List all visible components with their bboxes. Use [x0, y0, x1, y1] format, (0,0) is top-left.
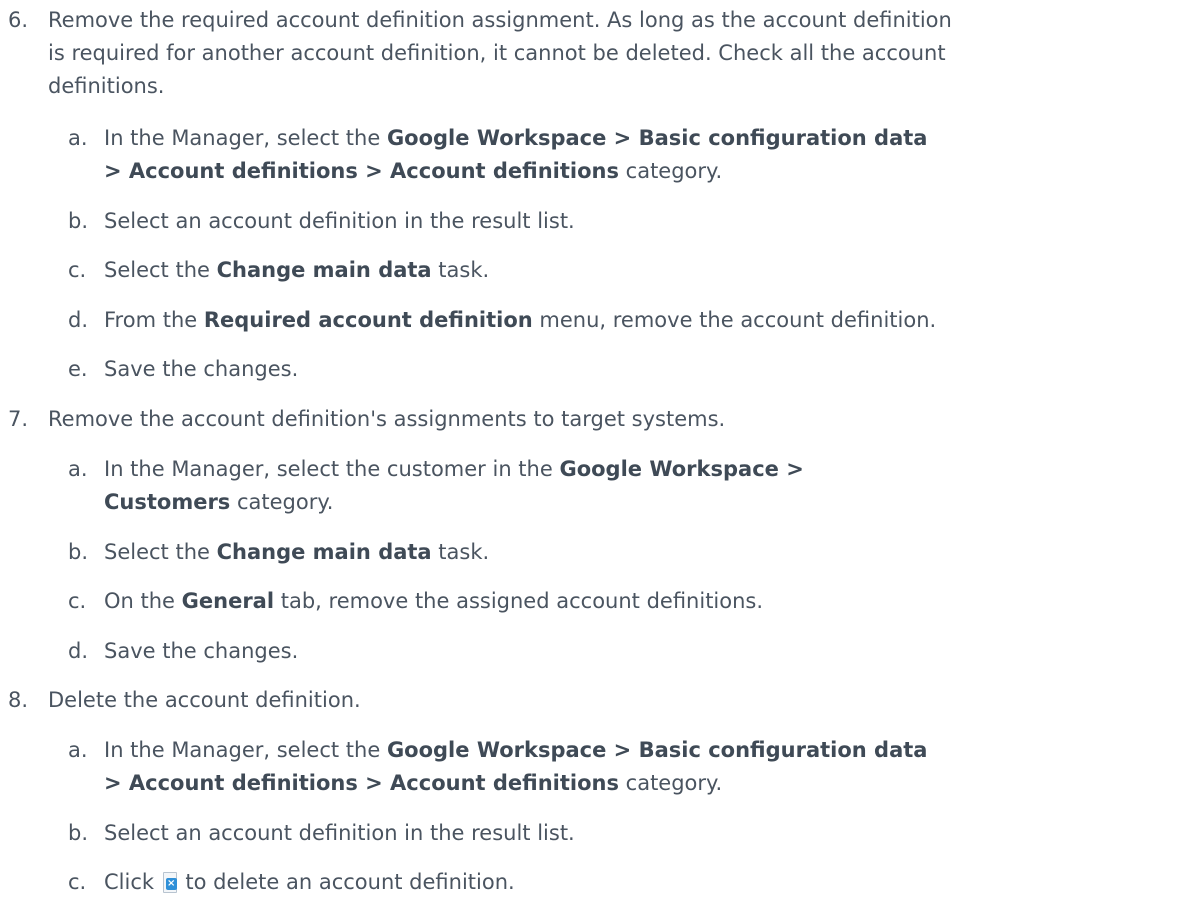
- substep-text: From the Required account definition men…: [104, 304, 1182, 337]
- text-span: In the Manager, select the customer in t…: [104, 457, 560, 481]
- menu-path: > Account definitions > Account definiti…: [104, 771, 619, 795]
- substep-letter: e.: [68, 357, 88, 381]
- text-span: tab, remove the assigned account definit…: [274, 589, 764, 613]
- text-span: menu, remove the account definition.: [532, 308, 937, 332]
- substep-text: In the Manager, select the Google Worksp…: [104, 734, 1182, 800]
- text-line: is required for another account definiti…: [48, 41, 946, 65]
- text-span: task.: [431, 540, 490, 564]
- text-span: task.: [431, 258, 490, 282]
- menu-name: Required account definition: [203, 308, 533, 332]
- substep-text: Save the changes.: [104, 357, 299, 381]
- text-line: > Account definitions > Account definiti…: [104, 767, 1182, 800]
- text-span: to delete an account definition.: [178, 870, 515, 894]
- text-line: > Account definitions > Account definiti…: [104, 155, 1182, 188]
- tab-name: General: [181, 589, 275, 613]
- text-span: Select the: [104, 540, 217, 564]
- task-name: Change main data: [216, 258, 432, 282]
- menu-path: Google Workspace > Basic configuration d…: [386, 126, 928, 150]
- substep-text: Select an account definition in the resu…: [104, 821, 575, 845]
- text-line: In the Manager, select the Google Worksp…: [104, 734, 1182, 767]
- text-line: Remove the required account definition a…: [48, 8, 952, 32]
- menu-path: Google Workspace > Basic configuration d…: [386, 738, 928, 762]
- text-span: category.: [618, 159, 723, 183]
- menu-path: Google Workspace >: [559, 457, 804, 481]
- step-number: 8.: [8, 688, 29, 712]
- substep-text: Save the changes.: [104, 639, 299, 663]
- text-span: On the: [104, 589, 182, 613]
- text-span: Click: [104, 870, 161, 894]
- menu-path: > Account definitions > Account definiti…: [104, 159, 619, 183]
- substep-letter: c.: [68, 258, 87, 282]
- substep-letter: b.: [68, 209, 89, 233]
- substep-letter: b.: [68, 821, 89, 845]
- substep-letter: a.: [68, 738, 88, 762]
- text-span: category.: [230, 490, 334, 514]
- step-number: 7.: [8, 407, 29, 431]
- substep-text: In the Manager, select the Google Worksp…: [104, 122, 1182, 188]
- substep-text: Select the Change main data task.: [104, 536, 1182, 569]
- substep-text: In the Manager, select the customer in t…: [104, 453, 1182, 519]
- substep-text: Select the Change main data task.: [104, 254, 1182, 287]
- substep-text: On the General tab, remove the assigned …: [104, 585, 1182, 618]
- text-span: category.: [618, 771, 723, 795]
- step-number: 6.: [8, 8, 29, 32]
- document-page: 6. Remove the required account definitio…: [0, 0, 1194, 894]
- substep-letter: a.: [68, 126, 88, 150]
- substep-letter: a.: [68, 457, 88, 481]
- substep-letter: d.: [68, 308, 89, 332]
- substep-letter: c.: [68, 870, 87, 894]
- text-span: In the Manager, select the: [104, 126, 387, 150]
- text-span: From the: [104, 308, 204, 332]
- text-span: In the Manager, select the: [104, 738, 387, 762]
- step-text: Delete the account definition.: [48, 688, 361, 712]
- substep-text: Click × to delete an account definition.: [104, 866, 1182, 899]
- step-text: Remove the account definition's assignme…: [48, 407, 726, 431]
- substep-letter: c.: [68, 589, 87, 613]
- step-text: Remove the required account definition a…: [48, 4, 1182, 103]
- substep-text: Select an account definition in the resu…: [104, 209, 575, 233]
- substep-letter: b.: [68, 540, 89, 564]
- text-line: Customers category.: [104, 486, 1182, 519]
- substep-letter: d.: [68, 639, 89, 663]
- delete-icon: ×: [162, 872, 177, 893]
- menu-path: Customers: [104, 490, 231, 514]
- text-span: Select the: [104, 258, 217, 282]
- text-line: In the Manager, select the Google Worksp…: [104, 122, 1182, 155]
- task-name: Change main data: [216, 540, 432, 564]
- text-line: In the Manager, select the customer in t…: [104, 453, 1182, 486]
- text-line: definitions.: [48, 74, 165, 98]
